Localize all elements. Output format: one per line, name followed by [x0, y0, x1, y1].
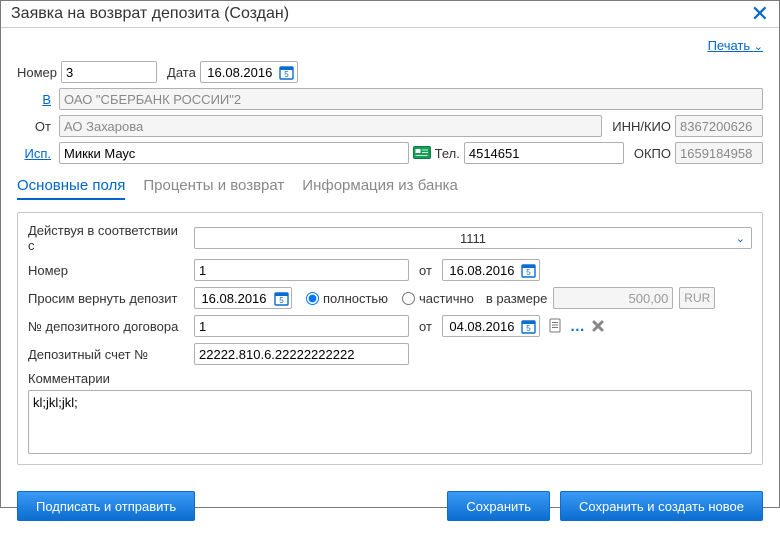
tab-bank-info[interactable]: Информация из банка: [302, 177, 458, 200]
save-new-button[interactable]: Сохранить и создать новое: [560, 491, 763, 521]
contract-date-input[interactable]: [443, 319, 521, 334]
svg-text:5: 5: [527, 268, 532, 277]
number-label: Номер: [17, 65, 57, 80]
doc-number-input[interactable]: [194, 259, 409, 281]
dialog-title: Заявка на возврат депозита (Создан): [11, 5, 751, 23]
comments-textarea[interactable]: [28, 390, 752, 454]
tab-interest[interactable]: Проценты и возврат: [143, 177, 284, 200]
comments-label: Комментарии: [28, 371, 110, 386]
svg-text:5: 5: [279, 296, 284, 305]
radio-partial-input[interactable]: [402, 292, 415, 305]
date-label: Дата: [167, 65, 196, 80]
ot-label-2: от: [419, 319, 432, 334]
sign-send-button[interactable]: Подписать и отправить: [17, 491, 195, 521]
bank-label-link[interactable]: В: [17, 92, 55, 107]
date-input[interactable]: [201, 65, 279, 80]
svg-text:5: 5: [285, 70, 290, 79]
return-date-input[interactable]: [195, 291, 273, 306]
doc-number-date-input[interactable]: [443, 263, 521, 278]
radio-fully-label: полностью: [323, 291, 388, 306]
contract-label: № депозитного договора: [28, 319, 188, 334]
ot-label: от: [419, 263, 432, 278]
chevron-down-icon: ⌄: [754, 41, 763, 53]
number-input[interactable]: [61, 61, 157, 83]
amount-input: [553, 287, 673, 309]
save-button[interactable]: Сохранить: [447, 491, 550, 521]
radio-fully[interactable]: полностью: [306, 291, 388, 306]
card-icon[interactable]: [413, 146, 431, 160]
bank-input: [59, 88, 763, 110]
amount-label: в размере: [486, 291, 547, 306]
calendar-icon[interactable]: 5: [521, 318, 537, 334]
clear-icon[interactable]: [591, 319, 605, 333]
doc-number-label: Номер: [28, 263, 188, 278]
tel-input[interactable]: [464, 142, 624, 164]
isp-input[interactable]: [59, 142, 409, 164]
from-label: От: [17, 119, 55, 134]
calendar-icon[interactable]: 5: [521, 262, 537, 278]
radio-partial[interactable]: частично: [402, 291, 474, 306]
currency-badge: RUR: [679, 287, 715, 309]
print-link[interactable]: Печать ⌄: [708, 38, 763, 53]
tab-main[interactable]: Основные поля: [17, 177, 125, 200]
calendar-icon[interactable]: 5: [279, 64, 295, 80]
calendar-icon[interactable]: 5: [273, 290, 289, 306]
from-input: [59, 115, 602, 137]
tel-label: Тел.: [435, 146, 460, 161]
radio-partial-label: частично: [419, 291, 474, 306]
acting-label: Действуя в соответствии с: [28, 223, 188, 253]
close-icon[interactable]: ✕: [751, 1, 769, 27]
inn-label: ИНН/КИО: [612, 119, 671, 134]
ellipsis-icon[interactable]: …: [570, 318, 585, 335]
chevron-down-icon: ⌄: [736, 232, 745, 245]
isp-label-link[interactable]: Исп.: [17, 146, 55, 161]
inn-input: [675, 115, 763, 137]
contract-number-input[interactable]: [194, 315, 409, 337]
okpo-label: ОКПО: [634, 146, 671, 161]
okpo-input: [675, 142, 763, 164]
svg-text:5: 5: [527, 324, 532, 333]
radio-fully-input[interactable]: [306, 292, 319, 305]
acting-value: 1111: [460, 231, 486, 246]
account-label: Депозитный счет №: [28, 347, 188, 362]
return-label: Просим вернуть депозит: [28, 291, 188, 306]
account-input[interactable]: [194, 343, 409, 365]
acting-select[interactable]: 1111 ⌄: [194, 227, 752, 249]
document-lookup-icon[interactable]: [548, 318, 564, 334]
